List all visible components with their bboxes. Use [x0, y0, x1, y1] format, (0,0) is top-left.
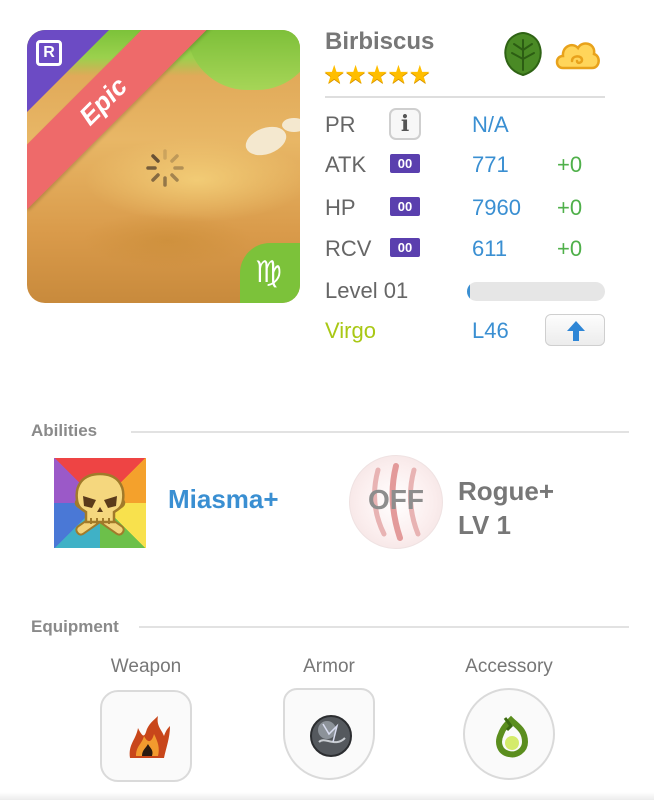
equipment-divider: [139, 626, 629, 628]
hp-plus-badge: 00: [390, 197, 420, 216]
header-divider: [325, 96, 605, 98]
rarity-r-icon: R: [36, 40, 62, 66]
loading-spinner-icon: [146, 149, 184, 187]
atk-bonus: +0: [557, 152, 583, 177]
level-label: Level 01: [325, 278, 409, 303]
secondary-ability-title: Rogue+: [458, 476, 555, 506]
miasma-ability-icon[interactable]: [54, 458, 146, 548]
virgo-icon: ♍: [255, 256, 282, 289]
ability-off-status: OFF: [368, 484, 424, 515]
hp-label: HP: [325, 195, 356, 220]
hp-value: 7960: [472, 195, 521, 220]
equipment-title: Equipment: [31, 617, 119, 636]
rcv-label: RCV: [325, 236, 372, 261]
unit-name: Birbiscus: [325, 28, 435, 55]
hp-bonus: +0: [557, 195, 583, 220]
armor-slot[interactable]: [283, 688, 375, 780]
primary-ability-name[interactable]: Miasma+: [168, 484, 279, 515]
skull-icon: [74, 472, 126, 536]
xp-progress-fill: [467, 282, 470, 301]
rcv-value: 611: [472, 236, 508, 261]
atk-plus-badge: 00: [390, 154, 420, 173]
info-icon[interactable]: i: [389, 108, 421, 140]
abilities-divider: [131, 431, 629, 433]
rcv-plus-badge: 00: [390, 238, 420, 257]
armor-orb-icon: [310, 715, 352, 757]
accessory-label: Accessory: [465, 656, 553, 677]
atk-label: ATK: [325, 152, 367, 177]
rcv-bonus: +0: [557, 236, 583, 261]
abilities-title: Abilities: [31, 421, 98, 440]
weapon-slot[interactable]: [100, 690, 192, 782]
star-rating: ★★★★★: [323, 61, 431, 89]
secondary-ability-level: LV 1: [458, 510, 511, 540]
xp-progress-bar: [467, 282, 605, 301]
accessory-slot[interactable]: [463, 688, 555, 780]
stat-row-hp: HP 00 7960 +0: [325, 191, 615, 223]
bottom-edge: [0, 792, 654, 800]
stat-row-zodiac: Virgo L46: [325, 314, 615, 346]
secondary-ability-name[interactable]: Rogue+ LV 1: [458, 474, 554, 542]
zodiac-label: Virgo: [325, 318, 376, 343]
pr-label: PR: [325, 112, 356, 137]
zodiac-upgrade-button[interactable]: [545, 314, 605, 346]
zodiac-level-value: L46: [472, 318, 509, 343]
accessory-ring-icon: [496, 715, 529, 758]
cloud-icon: [555, 42, 600, 70]
stat-row-atk: ATK 00 771 +0: [325, 148, 615, 180]
grass-bump-decoration: [187, 30, 300, 90]
weapon-label: Weapon: [110, 656, 182, 677]
rogue-ability-icon[interactable]: OFF: [349, 455, 443, 549]
unit-portrait[interactable]: Epic R ♍: [27, 30, 300, 303]
arrow-up-icon: [567, 321, 585, 341]
stat-row-pr: PR i N/A: [325, 108, 615, 140]
fire-weapon-icon: [129, 716, 170, 758]
pr-value: N/A: [472, 112, 509, 137]
stone-decoration-small: [282, 118, 300, 132]
armor-label: Armor: [303, 656, 355, 677]
leaf-icon: [504, 32, 542, 77]
stat-row-rcv: RCV 00 611 +0: [325, 232, 615, 264]
stat-row-level: Level 01: [325, 274, 615, 306]
atk-value: 771: [472, 152, 509, 177]
